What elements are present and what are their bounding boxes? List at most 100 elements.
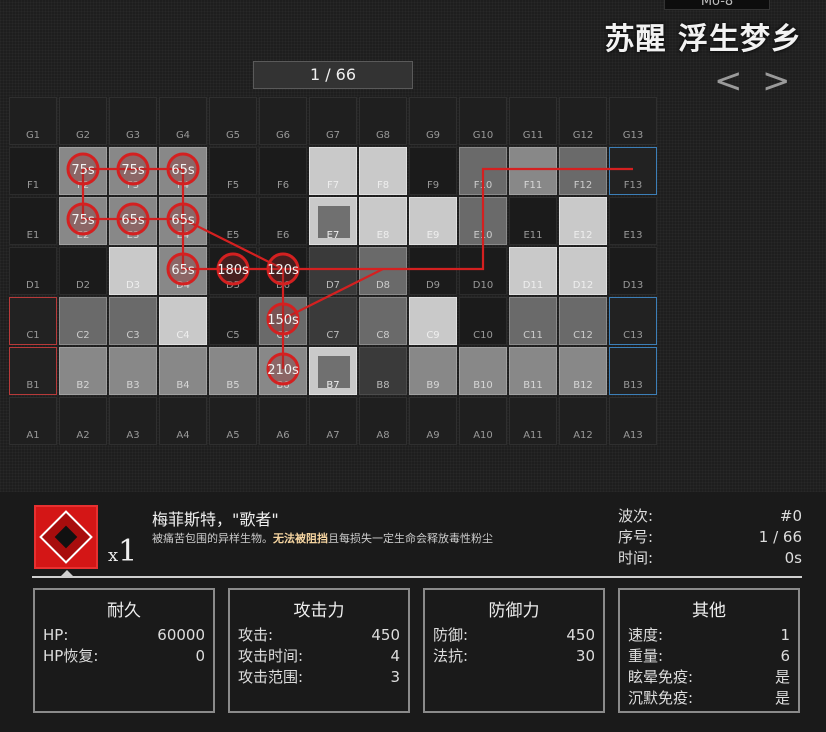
tile-B5[interactable]: B5	[209, 347, 257, 395]
tile-C9[interactable]: C9	[409, 297, 457, 345]
tile-E3[interactable]: E3	[109, 197, 157, 245]
tile-E13[interactable]: E13	[609, 197, 657, 245]
tile-D2[interactable]: D2	[59, 247, 107, 295]
tile-D9[interactable]: D9	[409, 247, 457, 295]
tile-D3[interactable]: D3	[109, 247, 157, 295]
tile-E4[interactable]: E4	[159, 197, 207, 245]
tile-F9[interactable]: F9	[409, 147, 457, 195]
tile-B2[interactable]: B2	[59, 347, 107, 395]
tile-F8[interactable]: F8	[359, 147, 407, 195]
tile-B13[interactable]: B13	[609, 347, 657, 395]
tile-G4[interactable]: G4	[159, 97, 207, 145]
tile-G10[interactable]: G10	[459, 97, 507, 145]
tile-A12[interactable]: A12	[559, 397, 607, 445]
tile-E9[interactable]: E9	[409, 197, 457, 245]
tile-A2[interactable]: A2	[59, 397, 107, 445]
tile-G13[interactable]: G13	[609, 97, 657, 145]
tile-E12[interactable]: E12	[559, 197, 607, 245]
tile-A7[interactable]: A7	[309, 397, 357, 445]
tile-A10[interactable]: A10	[459, 397, 507, 445]
tile-C6[interactable]: C6	[259, 297, 307, 345]
stat-row: 沉默免疫: 是	[620, 688, 798, 709]
tile-A5[interactable]: A5	[209, 397, 257, 445]
tile-G8[interactable]: G8	[359, 97, 407, 145]
tile-G12[interactable]: G12	[559, 97, 607, 145]
tile-G5[interactable]: G5	[209, 97, 257, 145]
tile-E11[interactable]: E11	[509, 197, 557, 245]
tile-B11[interactable]: B11	[509, 347, 557, 395]
tile-E7[interactable]: E7	[309, 197, 357, 245]
tile-B12[interactable]: B12	[559, 347, 607, 395]
tile-E10[interactable]: E10	[459, 197, 507, 245]
tile-G7[interactable]: G7	[309, 97, 357, 145]
tile-B1[interactable]: B1	[9, 347, 57, 395]
tile-B3[interactable]: B3	[109, 347, 157, 395]
tile-G2[interactable]: G2	[59, 97, 107, 145]
tile-label: G7	[325, 130, 341, 141]
tile-G3[interactable]: G3	[109, 97, 157, 145]
tile-label: C3	[126, 330, 140, 341]
tile-A8[interactable]: A8	[359, 397, 407, 445]
tile-E8[interactable]: E8	[359, 197, 407, 245]
tile-F1[interactable]: F1	[9, 147, 57, 195]
tile-C8[interactable]: C8	[359, 297, 407, 345]
tile-B4[interactable]: B4	[159, 347, 207, 395]
tile-D7[interactable]: D7	[309, 247, 357, 295]
tile-C12[interactable]: C12	[559, 297, 607, 345]
tile-D13[interactable]: D13	[609, 247, 657, 295]
tile-F3[interactable]: F3	[109, 147, 157, 195]
tile-E1[interactable]: E1	[9, 197, 57, 245]
tile-B6[interactable]: B6	[259, 347, 307, 395]
tile-A13[interactable]: A13	[609, 397, 657, 445]
tile-C10[interactable]: C10	[459, 297, 507, 345]
tile-F6[interactable]: F6	[259, 147, 307, 195]
tile-D12[interactable]: D12	[559, 247, 607, 295]
prev-arrow-button[interactable]: <	[714, 64, 743, 98]
tile-G6[interactable]: G6	[259, 97, 307, 145]
tile-D1[interactable]: D1	[9, 247, 57, 295]
tile-B10[interactable]: B10	[459, 347, 507, 395]
tile-D11[interactable]: D11	[509, 247, 557, 295]
tile-F4[interactable]: F4	[159, 147, 207, 195]
tile-F10[interactable]: F10	[459, 147, 507, 195]
tile-B7[interactable]: B7	[309, 347, 357, 395]
tile-label: B13	[623, 380, 643, 391]
tile-F11[interactable]: F11	[509, 147, 557, 195]
tile-C13[interactable]: C13	[609, 297, 657, 345]
tile-C7[interactable]: C7	[309, 297, 357, 345]
tile-E6[interactable]: E6	[259, 197, 307, 245]
tile-C11[interactable]: C11	[509, 297, 557, 345]
tile-A4[interactable]: A4	[159, 397, 207, 445]
tile-F13[interactable]: F13	[609, 147, 657, 195]
tile-label: B7	[326, 380, 340, 391]
tile-B8[interactable]: B8	[359, 347, 407, 395]
tile-C3[interactable]: C3	[109, 297, 157, 345]
tile-D6[interactable]: D6	[259, 247, 307, 295]
tile-label: F12	[573, 180, 593, 191]
tile-C1[interactable]: C1	[9, 297, 57, 345]
tile-A6[interactable]: A6	[259, 397, 307, 445]
tile-F12[interactable]: F12	[559, 147, 607, 195]
tile-A9[interactable]: A9	[409, 397, 457, 445]
tile-A11[interactable]: A11	[509, 397, 557, 445]
tile-E5[interactable]: E5	[209, 197, 257, 245]
tile-A3[interactable]: A3	[109, 397, 157, 445]
tile-D5[interactable]: D5	[209, 247, 257, 295]
tile-C2[interactable]: C2	[59, 297, 107, 345]
tile-G11[interactable]: G11	[509, 97, 557, 145]
tile-D8[interactable]: D8	[359, 247, 407, 295]
tile-D4[interactable]: D4	[159, 247, 207, 295]
tile-A1[interactable]: A1	[9, 397, 57, 445]
tile-G1[interactable]: G1	[9, 97, 57, 145]
tile-B9[interactable]: B9	[409, 347, 457, 395]
mephisto-enemy-icon[interactable]	[34, 505, 98, 569]
tile-F5[interactable]: F5	[209, 147, 257, 195]
tile-D10[interactable]: D10	[459, 247, 507, 295]
tile-C5[interactable]: C5	[209, 297, 257, 345]
tile-E2[interactable]: E2	[59, 197, 107, 245]
tile-F7[interactable]: F7	[309, 147, 357, 195]
tile-G9[interactable]: G9	[409, 97, 457, 145]
tile-C4[interactable]: C4	[159, 297, 207, 345]
tile-F2[interactable]: F2	[59, 147, 107, 195]
next-arrow-button[interactable]: >	[762, 64, 791, 98]
